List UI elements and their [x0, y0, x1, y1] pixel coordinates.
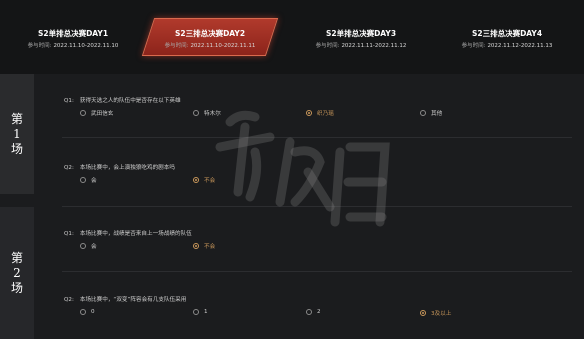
radio-circle-icon: [80, 110, 86, 116]
option-radio[interactable]: 特木尔: [193, 109, 221, 117]
radio-circle-icon: [420, 110, 426, 116]
divider: [62, 271, 572, 272]
tab-day1[interactable]: S2单排总决赛DAY1 参与时间: 2022.11.10-2022.11.10: [0, 0, 146, 74]
question-r2-q1: Q1: 本场比赛中，战绩是否来自上一场战绩的队伍: [64, 229, 192, 237]
options-r1-q1: 武田信玄 特木尔 织乃瑶 其他: [80, 109, 500, 119]
tab-day4[interactable]: S2三排总决赛DAY4 参与时间: 2022.11.12-2022.11.13: [430, 0, 584, 74]
divider: [62, 137, 572, 138]
tab-time: 参与时间: 2022.11.10-2022.11.10: [27, 43, 119, 49]
question-text: 本场比赛中，战绩是否来自上一场战绩的队伍: [79, 231, 192, 237]
tab-day3[interactable]: S2单排总决赛DAY3 参与时间: 2022.11.11-2022.11.12: [288, 0, 434, 74]
round-label-char: 第: [10, 111, 23, 126]
radio-circle-icon: [80, 309, 86, 315]
option-radio[interactable]: 1: [193, 309, 208, 315]
round-2-label[interactable]: 第 2 场: [0, 207, 34, 339]
question-number: Q2:: [64, 165, 74, 171]
radio-checked-icon: [420, 310, 426, 316]
question-text: 本场比赛中，“双变”阵容会有几支队伍采用: [79, 297, 187, 303]
question-text: 获得天选之人的队伍中是否存在以下英雄: [79, 98, 181, 104]
radio-circle-icon: [193, 110, 199, 116]
round-column: 第 1 场 第 2 场: [0, 74, 34, 339]
radio-circle-icon: [80, 243, 86, 249]
option-radio[interactable]: 其他: [420, 109, 442, 117]
radio-checked-icon: [306, 110, 312, 116]
option-radio[interactable]: 0: [80, 309, 95, 315]
divider: [62, 206, 572, 207]
radio-circle-icon: [306, 309, 312, 315]
option-radio-selected[interactable]: 不会: [193, 242, 215, 250]
option-radio-selected[interactable]: 3及以上: [420, 309, 451, 317]
question-number: Q1:: [64, 98, 74, 104]
option-radio-selected[interactable]: 不会: [193, 176, 215, 184]
question-text: 本场比赛中，会上演独狼吃鸡的剧本吗: [79, 165, 175, 171]
tab-day2[interactable]: S2三排总决赛DAY2 参与时间: 2022.11.10-2022.11.11: [140, 0, 280, 74]
question-r1-q1: Q1: 获得天选之人的队伍中是否存在以下英雄: [64, 96, 181, 104]
tab-time: 参与时间: 2022.11.12-2022.11.13: [461, 43, 553, 49]
tab-title: S2三排总决赛DAY4: [471, 29, 543, 38]
round-label-char: 场: [10, 141, 23, 156]
tab-title: S2单排总决赛DAY3: [325, 29, 397, 38]
round-1-label[interactable]: 第 1 场: [0, 74, 34, 194]
radio-circle-icon: [80, 177, 86, 183]
round-label-char: 1: [13, 126, 21, 141]
tab-title: S2单排总决赛DAY1: [37, 29, 109, 38]
round-label-char: 2: [13, 265, 21, 280]
radio-checked-icon: [193, 177, 199, 183]
options-r2-q1: 会 不会: [80, 242, 500, 252]
option-radio-selected[interactable]: 织乃瑶: [306, 109, 334, 117]
tab-time: 参与时间: 2022.11.11-2022.11.12: [315, 43, 407, 49]
question-number: Q2:: [64, 297, 74, 303]
options-r1-q2: 会 不会: [80, 176, 500, 186]
round-label-char: 第: [10, 250, 23, 265]
question-r1-q2: Q2: 本场比赛中，会上演独狼吃鸡的剧本吗: [64, 163, 175, 171]
option-radio[interactable]: 武田信玄: [80, 109, 113, 117]
day-tabs: S2单排总决赛DAY1 参与时间: 2022.11.10-2022.11.10 S…: [0, 0, 584, 74]
question-number: Q1:: [64, 231, 74, 237]
option-radio[interactable]: 2: [306, 309, 321, 315]
option-radio[interactable]: 会: [80, 242, 97, 250]
options-r2-q2: 0 1 2 3及以上: [80, 309, 500, 319]
tab-time: 参与时间: 2022.11.10-2022.11.11: [164, 43, 256, 49]
question-r2-q2: Q2: 本场比赛中，“双变”阵容会有几支队伍采用: [64, 295, 186, 303]
radio-checked-icon: [193, 243, 199, 249]
radio-circle-icon: [193, 309, 199, 315]
round-label-char: 场: [10, 280, 23, 295]
tab-title: S2三排总决赛DAY2: [174, 29, 246, 38]
option-radio[interactable]: 会: [80, 176, 97, 184]
